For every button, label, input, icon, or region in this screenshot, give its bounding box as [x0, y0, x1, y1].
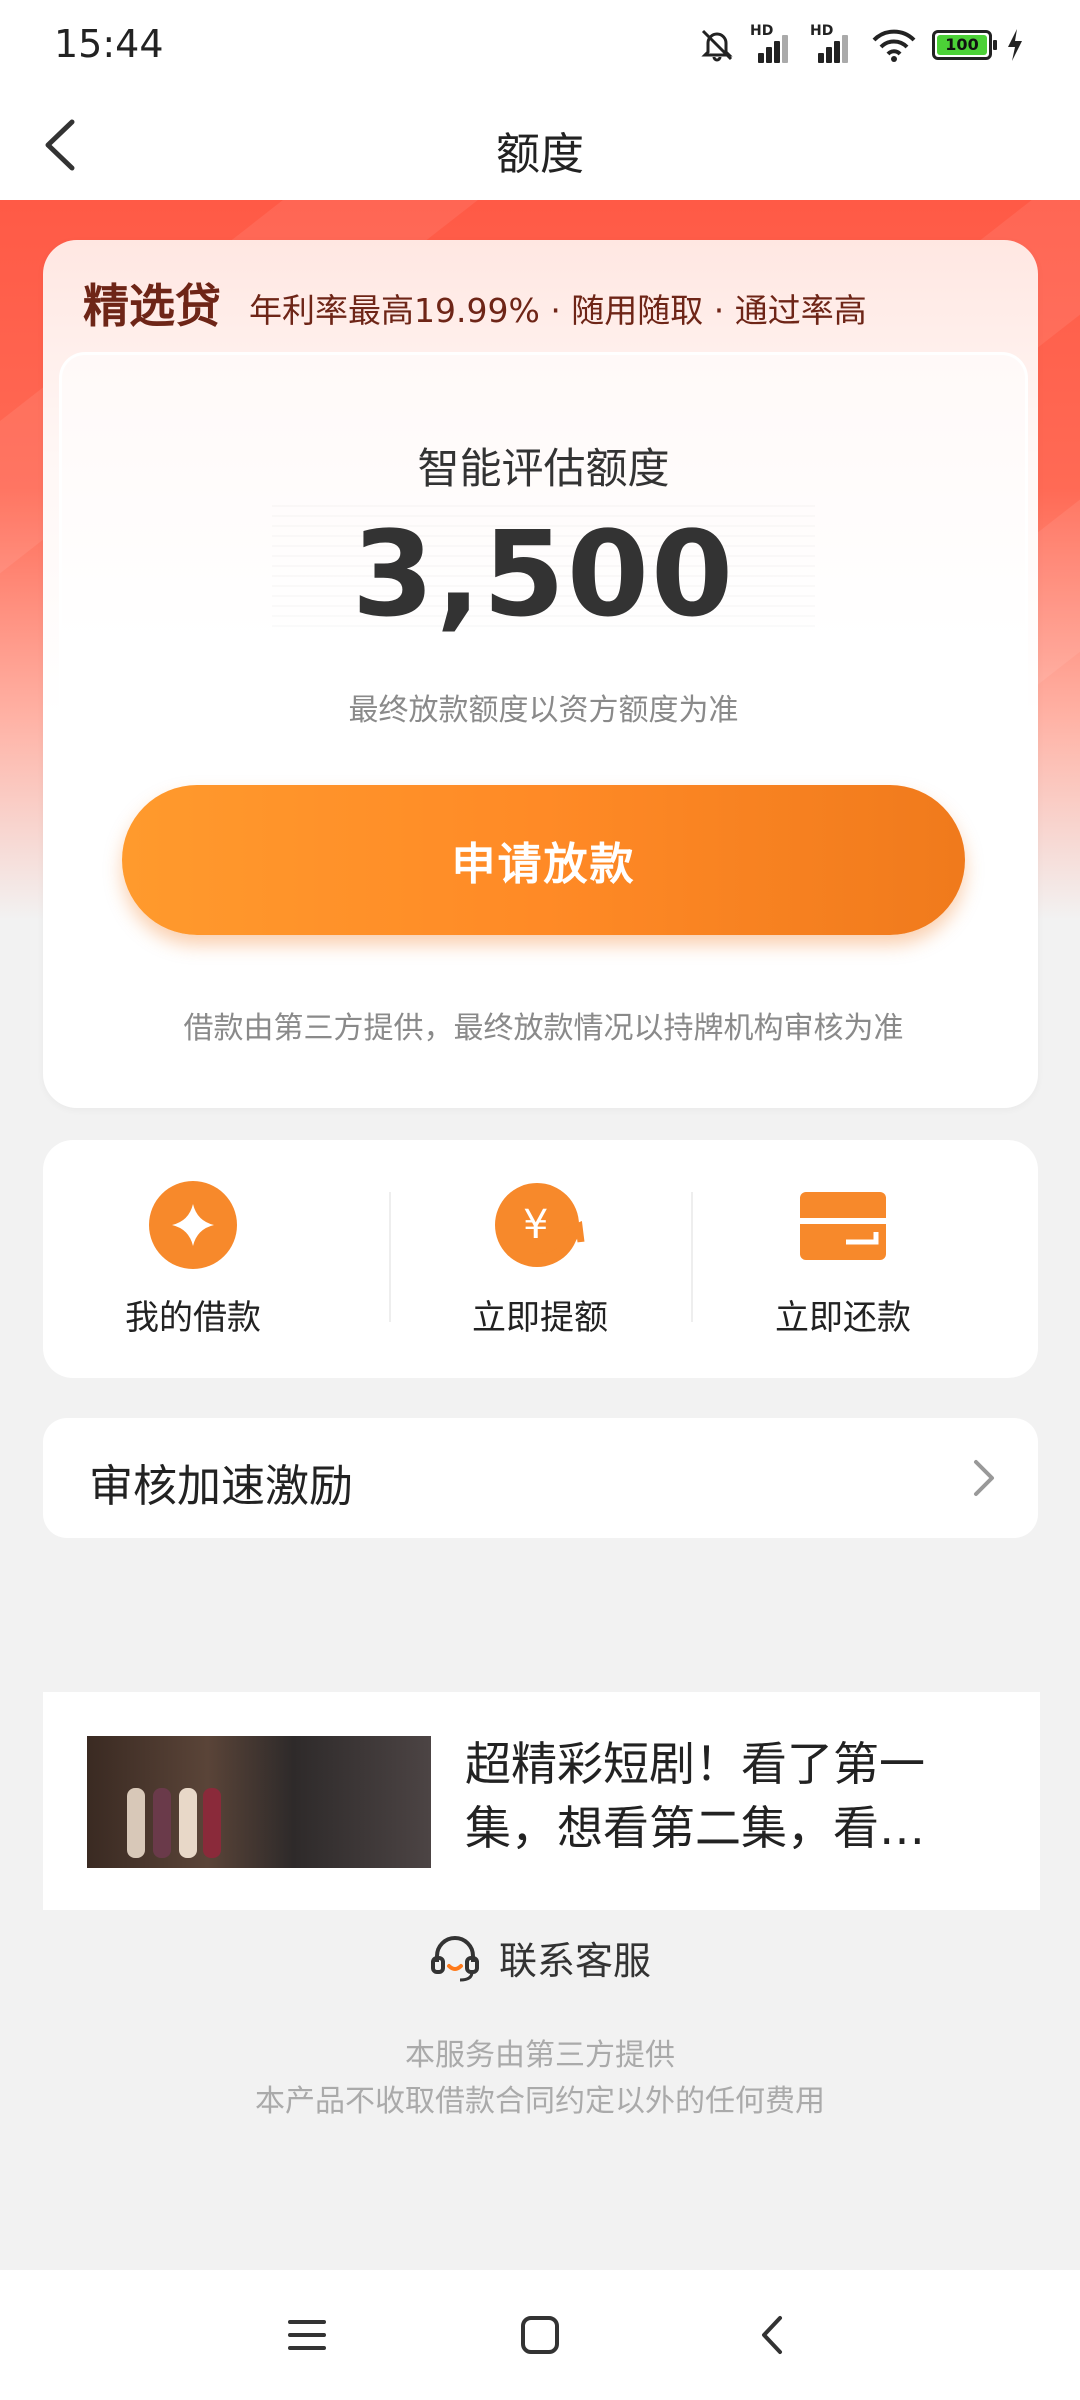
- menu-icon[interactable]: [282, 2310, 332, 2360]
- apply-loan-button[interactable]: 申请放款: [122, 785, 965, 935]
- svg-text:¥: ¥: [523, 1202, 548, 1248]
- ad-thumbnail: [87, 1736, 431, 1868]
- wifi-icon: [872, 29, 916, 62]
- credit-limit-panel: 智能评估额度 3,500 最终放款额度以资方额度为准 申请放款 借款由第三方提供…: [59, 352, 1028, 1078]
- brand-row: 精选贷 年利率最高19.99% · 随用随取 · 通过率高: [83, 270, 867, 336]
- third-party-disclaimer: 借款由第三方提供，最终放款情况以持牌机构审核为准: [183, 1011, 904, 1046]
- eval-label: 智能评估额度: [417, 444, 670, 493]
- review-boost-label: 审核加速激励: [89, 1461, 353, 1512]
- brand-tags: 年利率最高19.99% · 随用随取 · 通过率高: [249, 291, 867, 330]
- status-time: 15:44: [54, 22, 164, 66]
- system-nav-bar: [0, 2270, 1080, 2400]
- footer-line-1: 本服务由第三方提供: [405, 2038, 675, 2073]
- my-loans-label: 我的借款: [125, 1298, 261, 1338]
- signal-1-icon: HD: [750, 23, 796, 63]
- quick-actions: 我的借款 ¥ 立即提额 立即还款: [43, 1140, 1038, 1378]
- headset-icon: [430, 1935, 479, 1981]
- home-icon[interactable]: [515, 2310, 565, 2360]
- amount-note: 最终放款额度以资方额度为准: [348, 693, 739, 728]
- credit-amount: 3,500: [351, 505, 736, 643]
- customer-service-label: 联系客服: [498, 1939, 651, 1983]
- signal-2-icon: HD: [810, 23, 856, 63]
- raise-limit-button[interactable]: ¥ 立即提额: [390, 1180, 690, 1339]
- card-icon: [800, 1192, 886, 1260]
- my-loans-button[interactable]: 我的借款: [43, 1180, 343, 1339]
- charging-bolt-icon: [1008, 29, 1022, 61]
- status-bar: 15:44 HD HD 100: [0, 0, 1080, 90]
- diamond-circle-icon: [149, 1181, 237, 1269]
- footer-line-2: 本产品不收取借款合同约定以外的任何费用: [255, 2084, 825, 2119]
- raise-limit-label: 立即提额: [472, 1298, 608, 1338]
- page-title: 额度: [496, 129, 584, 180]
- repay-now-button[interactable]: 立即还款: [693, 1180, 993, 1339]
- nav-bar: 额度: [0, 90, 1080, 200]
- review-boost-row[interactable]: 审核加速激励: [43, 1418, 1038, 1538]
- chevron-right-icon: [974, 1460, 994, 1496]
- brand-title: 精选贷: [83, 279, 221, 333]
- status-icons: HD HD 100: [698, 23, 1024, 64]
- yuan-up-icon: ¥: [495, 1183, 585, 1267]
- mute-bell-icon: [701, 29, 733, 62]
- ad-banner[interactable]: 超精彩短剧！看了第一集，想看第二集，看…: [43, 1692, 1040, 1910]
- customer-service-link[interactable]: 联系客服: [0, 1930, 1080, 1985]
- ad-title: 超精彩短剧！看了第一集，想看第二集，看…: [465, 1737, 925, 1855]
- system-back-icon[interactable]: [748, 2310, 798, 2360]
- battery-icon: 100: [932, 30, 997, 60]
- repay-now-label: 立即还款: [775, 1298, 911, 1338]
- loan-offer-card: 精选贷 年利率最高19.99% · 随用随取 · 通过率高 智能评估额度 3,5…: [43, 240, 1038, 1108]
